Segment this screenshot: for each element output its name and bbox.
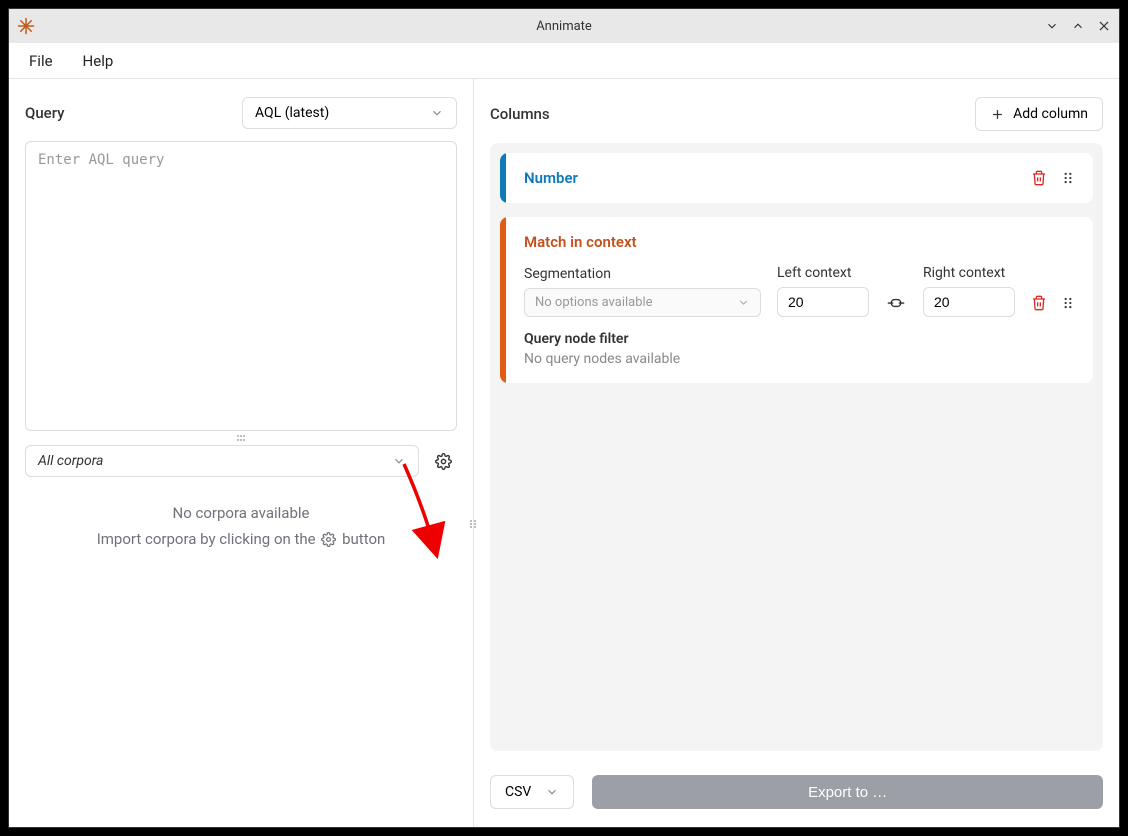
link-icon[interactable] (885, 295, 907, 317)
column-card-number: Number (500, 153, 1093, 203)
chevron-down-icon (545, 785, 559, 799)
horizontal-resize-handle[interactable] (25, 431, 457, 445)
menubar: File Help (9, 43, 1119, 79)
chevron-down-icon (392, 454, 406, 468)
app-window: Annimate File Help Query AQL (latest) (8, 8, 1120, 828)
card-title: Number (524, 169, 578, 187)
add-column-button[interactable]: Add column (975, 97, 1103, 131)
menu-help[interactable]: Help (83, 52, 114, 70)
chevron-up-icon[interactable] (1071, 19, 1085, 33)
query-node-filter-empty: No query nodes available (524, 351, 1075, 367)
chevron-down-icon (737, 296, 750, 309)
query-input[interactable] (25, 141, 457, 431)
query-language-select[interactable]: AQL (latest) (242, 97, 457, 129)
right-context-label: Right context (923, 265, 1015, 281)
chevron-down-icon[interactable] (1045, 19, 1059, 33)
titlebar: Annimate (9, 9, 1119, 43)
segmentation-select[interactable]: No options available (524, 288, 761, 317)
corpora-row: All corpora (25, 445, 457, 477)
vertical-resize-handle[interactable] (469, 519, 477, 529)
chevron-down-icon (430, 106, 444, 120)
app-logo-icon (17, 17, 35, 35)
columns-header: Columns Add column (490, 97, 1103, 131)
corpora-empty-state: No corpora available Import corpora by c… (25, 501, 457, 552)
query-node-filter-label: Query node filter (524, 331, 1075, 347)
query-header: Query AQL (latest) (25, 97, 457, 129)
drag-handle-icon[interactable] (1061, 296, 1075, 310)
segmentation-label: Segmentation (524, 266, 761, 282)
export-button[interactable]: Export to … (592, 775, 1103, 809)
left-panel: Query AQL (latest) All corpora (9, 79, 474, 827)
add-column-label: Add column (1013, 106, 1088, 122)
export-bar: CSV Export to … (490, 775, 1103, 809)
delete-column-button[interactable] (1031, 295, 1047, 311)
drag-handle-icon[interactable] (1061, 171, 1075, 185)
segmentation-placeholder: No options available (535, 295, 653, 310)
window-title: Annimate (536, 19, 592, 34)
menu-file[interactable]: File (29, 52, 53, 70)
gear-icon (321, 532, 336, 547)
corpora-select-label: All corpora (38, 453, 103, 469)
empty-line-2: Import corpora by clicking on the button (25, 527, 457, 553)
query-language-value: AQL (latest) (255, 105, 329, 121)
export-format-value: CSV (505, 784, 531, 800)
columns-area: Number Match in context (490, 143, 1103, 751)
columns-label: Columns (490, 105, 550, 123)
main-content: Query AQL (latest) All corpora (9, 79, 1119, 827)
right-panel: Columns Add column Number (474, 79, 1119, 827)
plus-icon (990, 107, 1005, 122)
card-title: Match in context (524, 233, 637, 251)
left-context-label: Left context (777, 265, 869, 281)
corpora-select[interactable]: All corpora (25, 445, 419, 477)
delete-column-button[interactable] (1031, 170, 1047, 186)
left-context-input[interactable] (777, 287, 869, 317)
window-controls (1045, 19, 1111, 33)
export-format-select[interactable]: CSV (490, 775, 574, 809)
column-card-match-context: Match in context Segmentation No options… (500, 217, 1093, 383)
corpora-settings-button[interactable] (429, 447, 457, 475)
query-label: Query (25, 104, 65, 122)
right-context-input[interactable] (923, 287, 1015, 317)
empty-line-1: No corpora available (25, 501, 457, 527)
close-icon[interactable] (1097, 19, 1111, 33)
